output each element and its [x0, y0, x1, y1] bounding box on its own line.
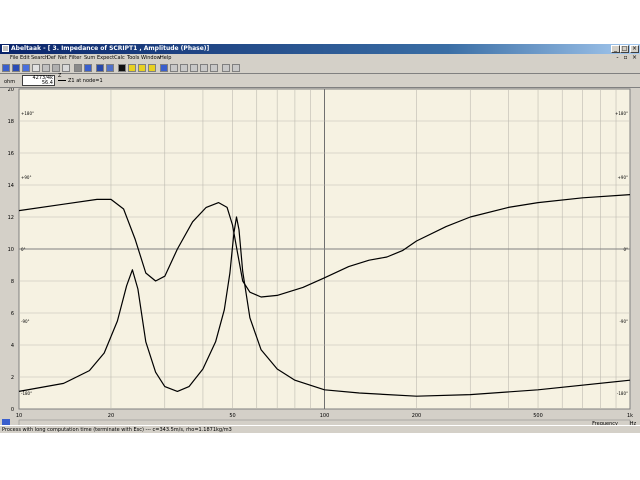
x-tick-label: 200	[412, 413, 422, 419]
grid-icon[interactable]	[74, 64, 82, 72]
phase-mark-right: 0°	[623, 247, 628, 252]
x-tick-label: 500	[533, 413, 543, 419]
phase-mark-left: 0°	[21, 247, 26, 252]
chart-svg: 0 2 4 6 8 10 12 14 16 18 20 10 20 50 100 200 500 1k +180° +…	[0, 87, 640, 427]
label-icon[interactable]	[148, 64, 156, 72]
step-icon[interactable]	[106, 64, 114, 72]
new-icon[interactable]	[2, 64, 10, 72]
y-tick-label: 12	[8, 215, 14, 221]
x-tick-label: 20	[108, 413, 114, 419]
zoom-icon[interactable]	[84, 64, 92, 72]
menubar: File Edit Search Def Net Filter Sum Expe…	[0, 54, 640, 62]
paste-icon[interactable]	[62, 64, 70, 72]
menu-edit[interactable]: Edit	[20, 55, 30, 61]
x-tick-label: 10	[16, 413, 22, 419]
x-tick-label: 1k	[627, 413, 633, 419]
legend-label: Z1 at node=1	[68, 78, 103, 84]
minimize-button[interactable]: _	[611, 45, 620, 53]
probe-line-2: 56.4	[41, 80, 53, 86]
fit-icon[interactable]	[222, 64, 230, 72]
phase-mark-right: +180°	[615, 111, 628, 116]
phase-mark-left: -90°	[21, 319, 30, 324]
print-icon[interactable]	[32, 64, 40, 72]
status-bar: Process with long computation time (term…	[0, 425, 640, 433]
probe-readout: 4273/4k 56.4	[22, 75, 55, 86]
menu-calc[interactable]: Calc	[114, 55, 125, 61]
menu-help[interactable]: Help	[160, 55, 171, 61]
legend-bar: 4273/4k 56.4 Z Z1 at node=1	[0, 73, 640, 88]
open-icon[interactable]	[12, 64, 20, 72]
desktop-area-top	[0, 0, 640, 44]
app-icon	[2, 45, 9, 52]
y-tick-label: 20	[8, 88, 14, 93]
app-title: Abeltaak	[11, 45, 42, 52]
maximize-button[interactable]: □	[620, 45, 629, 53]
impedance-plot[interactable]: 0 2 4 6 8 10 12 14 16 18 20 10 20 50 100 200 500 1k +180° +…	[0, 87, 640, 427]
record-icon[interactable]	[118, 64, 126, 72]
legend-item[interactable]: Z1 at node=1	[58, 78, 103, 84]
save-icon[interactable]	[22, 64, 30, 72]
copy-icon[interactable]	[52, 64, 60, 72]
menu-net[interactable]: Net	[58, 55, 67, 61]
x-tick-label: 50	[229, 413, 235, 419]
marker-icon[interactable]	[138, 64, 146, 72]
window-titlebar[interactable]: Abeltaak - [ 3. Impedance of SCRIPT1 , A…	[0, 44, 640, 54]
phase-mark-left: -180°	[21, 391, 32, 396]
menu-def[interactable]: Def	[47, 55, 56, 61]
y-tick-label: 16	[8, 151, 14, 157]
phase-mark-left: +90°	[21, 175, 31, 180]
phase-mark-right: -180°	[617, 391, 628, 396]
menu-window[interactable]: Window	[141, 55, 161, 61]
close-button[interactable]: ×	[630, 45, 639, 53]
toolbar	[0, 62, 640, 74]
desktop-area-bottom	[0, 433, 640, 480]
menu-file[interactable]: File	[10, 55, 18, 61]
y-tick-label: 18	[8, 119, 14, 125]
menu-expect[interactable]: Expect	[97, 55, 114, 61]
y-tick-label: 8	[11, 279, 14, 285]
child-minimize-button[interactable]: -	[614, 54, 621, 61]
y-tick-label: 14	[8, 183, 14, 189]
table-icon[interactable]	[170, 64, 178, 72]
y-unit-label: ohm	[4, 79, 16, 85]
menu-search[interactable]: Search	[31, 55, 48, 61]
chart-icon[interactable]	[160, 64, 168, 72]
menu-sum[interactable]: Sum	[84, 55, 95, 61]
menu-filter[interactable]: Filter	[69, 55, 81, 61]
nav-prev-icon[interactable]	[190, 64, 198, 72]
phase-mark-right: -90°	[619, 319, 628, 324]
phase-mark-left: +180°	[21, 111, 34, 116]
child-restore-button[interactable]: ▫	[622, 54, 629, 61]
y-tick-label: 10	[8, 247, 14, 253]
menu-tools[interactable]: Tools	[127, 55, 139, 61]
nav-next-icon[interactable]	[200, 64, 208, 72]
cut-icon[interactable]	[42, 64, 50, 72]
child-close-button[interactable]: ×	[631, 54, 638, 61]
highlight-icon[interactable]	[128, 64, 136, 72]
y-tick-label: 0	[11, 407, 14, 413]
settings-icon[interactable]	[232, 64, 240, 72]
nav-first-icon[interactable]	[180, 64, 188, 72]
y-tick-label: 6	[11, 311, 14, 317]
document-title: - [ 3. Impedance of SCRIPT1 , Amplitude …	[43, 45, 210, 52]
legend-line-icon	[58, 80, 66, 81]
phase-mark-right: +90°	[618, 175, 628, 180]
y-tick-label: 2	[11, 375, 14, 381]
y-tick-label: 4	[11, 343, 14, 349]
nav-last-icon[interactable]	[210, 64, 218, 72]
x-tick-label: 100	[320, 413, 330, 419]
run-icon[interactable]	[96, 64, 104, 72]
